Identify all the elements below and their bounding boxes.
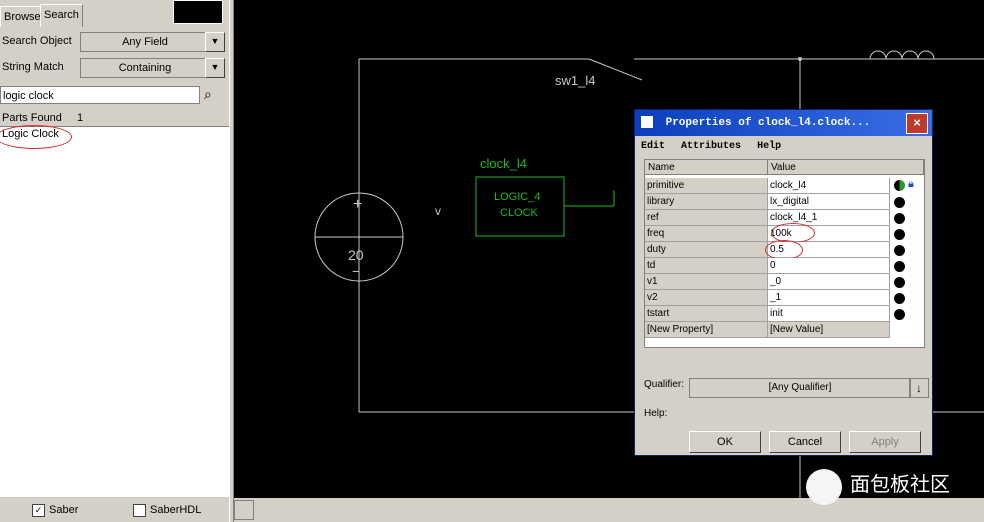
binoculars-icon[interactable]: ⌕ bbox=[204, 86, 212, 103]
visibility-icon[interactable] bbox=[894, 197, 905, 208]
property-name[interactable]: td bbox=[645, 258, 768, 274]
help-label: Help: bbox=[644, 408, 668, 419]
column-header-value: Value bbox=[768, 160, 924, 175]
switch-label[interactable]: sw1_l4 bbox=[555, 73, 595, 88]
qualifier-select[interactable]: [Any Qualifier] bbox=[689, 378, 911, 398]
source-plus: + bbox=[353, 196, 363, 213]
property-value[interactable]: _1 bbox=[768, 290, 890, 306]
visibility-icon[interactable] bbox=[894, 293, 905, 304]
parts-found: Parts Found 1 bbox=[2, 112, 83, 124]
property-name[interactable]: primitive bbox=[645, 178, 768, 194]
property-value[interactable]: 0 bbox=[768, 258, 890, 274]
chevron-down-icon[interactable]: ▼ bbox=[205, 58, 225, 78]
arrow-down-icon[interactable]: ↓ bbox=[909, 378, 929, 398]
column-header-name: Name bbox=[645, 160, 768, 175]
saber-checkbox[interactable]: ✓ bbox=[32, 504, 45, 517]
property-name[interactable]: freq bbox=[645, 226, 768, 242]
property-value[interactable]: lx_digital bbox=[768, 194, 890, 210]
lock-icon[interactable]: 🔒︎ bbox=[908, 178, 914, 191]
menu-help[interactable]: Help bbox=[757, 141, 781, 152]
property-name[interactable]: library bbox=[645, 194, 768, 210]
string-match-label: String Match bbox=[2, 61, 64, 73]
visibility-icon[interactable] bbox=[894, 245, 905, 256]
visibility-icon[interactable] bbox=[894, 213, 905, 224]
junction-dot bbox=[798, 57, 802, 61]
chevron-down-icon[interactable]: ▼ bbox=[205, 32, 225, 52]
saber-label: Saber bbox=[49, 504, 79, 516]
parts-found-label: Parts Found bbox=[2, 112, 62, 124]
new-property-value[interactable]: [New Value] bbox=[768, 322, 890, 338]
horizontal-scrollbar[interactable] bbox=[234, 498, 984, 522]
visibility-icon[interactable] bbox=[894, 261, 905, 272]
dialog-title: Properties of clock_l4.clock... bbox=[665, 117, 871, 129]
saberhdl-label: SaberHDL bbox=[150, 504, 202, 516]
tab-search[interactable]: Search bbox=[40, 4, 83, 27]
dialog-titlebar[interactable]: Properties of clock_l4.clock... × bbox=[635, 110, 932, 136]
clock-instance-label[interactable]: clock_l4 bbox=[480, 156, 527, 171]
close-icon[interactable]: × bbox=[906, 113, 928, 134]
search-input[interactable]: logic clock bbox=[0, 86, 200, 104]
property-name[interactable]: v1 bbox=[645, 274, 768, 290]
node-label: v bbox=[435, 204, 441, 218]
property-name[interactable]: tstart bbox=[645, 306, 768, 322]
property-name[interactable]: ref bbox=[645, 210, 768, 226]
source-minus: − bbox=[352, 263, 361, 279]
app-icon bbox=[641, 116, 653, 129]
dialog-menubar: Edit Attributes Help bbox=[641, 141, 791, 152]
menu-attributes[interactable]: Attributes bbox=[681, 141, 741, 152]
property-value[interactable]: _0 bbox=[768, 274, 890, 290]
parts-found-count: 1 bbox=[76, 112, 84, 124]
visibility-icon[interactable] bbox=[894, 180, 905, 191]
clock-block-text-1: LOGIC_4 bbox=[494, 191, 541, 203]
saberhdl-checkbox[interactable] bbox=[133, 504, 146, 517]
search-object-row: Search Object Any Field ▼ bbox=[0, 30, 229, 52]
inductor bbox=[869, 50, 935, 60]
visibility-icon[interactable] bbox=[894, 229, 905, 240]
new-property-name[interactable]: [New Property] bbox=[645, 322, 768, 338]
properties-dialog: Properties of clock_l4.clock... × Edit A… bbox=[634, 109, 933, 456]
switch-blade bbox=[588, 58, 643, 81]
source-value: 20 bbox=[348, 247, 364, 263]
red-annotation-oval bbox=[0, 125, 72, 149]
symbol-preview bbox=[173, 0, 223, 24]
property-value[interactable]: clock_l4 bbox=[768, 178, 890, 194]
cancel-button[interactable]: Cancel bbox=[769, 431, 841, 453]
menu-edit[interactable]: Edit bbox=[641, 141, 665, 152]
clock-block-text-2: CLOCK bbox=[500, 207, 538, 219]
property-name[interactable]: v2 bbox=[645, 290, 768, 306]
watermark-text: 面包板社区 bbox=[850, 474, 950, 496]
qualifier-label: Qualifier: bbox=[644, 379, 685, 390]
visibility-icon[interactable] bbox=[894, 277, 905, 288]
search-object-select[interactable]: Any Field bbox=[80, 32, 210, 52]
string-match-row: String Match Containing ▼ bbox=[0, 56, 229, 78]
property-table: Name Value primitive clock_l4 🔒︎ library… bbox=[644, 159, 925, 348]
red-annotation-oval bbox=[765, 240, 803, 260]
property-value[interactable]: init bbox=[768, 306, 890, 322]
parts-gallery-panel: Browse Search Search Object Any Field ▼ … bbox=[0, 0, 229, 522]
tab-browse[interactable]: Browse bbox=[0, 6, 45, 27]
visibility-icon[interactable] bbox=[894, 309, 905, 320]
search-object-label: Search Object bbox=[2, 35, 72, 47]
string-match-select[interactable]: Containing bbox=[80, 58, 210, 78]
apply-button[interactable]: Apply bbox=[849, 431, 921, 453]
simulator-options: ✓ Saber SaberHDL bbox=[0, 500, 229, 522]
watermark-logo-icon bbox=[806, 469, 842, 505]
search-results-list: Logic Clock bbox=[0, 125, 229, 497]
property-name[interactable]: duty bbox=[645, 242, 768, 258]
ok-button[interactable]: OK bbox=[689, 431, 761, 453]
scroll-left-button[interactable] bbox=[234, 500, 254, 520]
